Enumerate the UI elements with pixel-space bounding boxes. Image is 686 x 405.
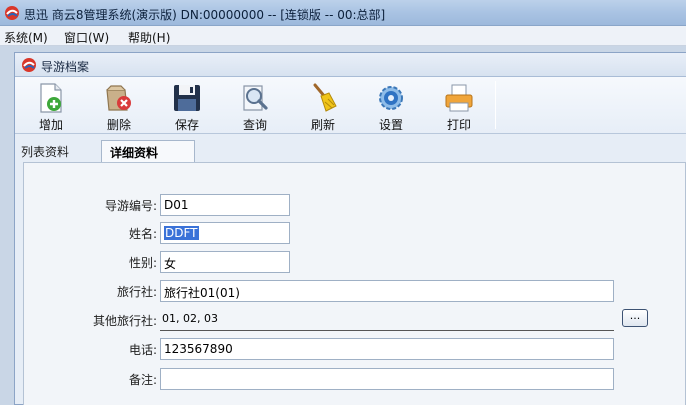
remark-label: 备注:: [128, 373, 157, 387]
menu-help[interactable]: 帮助(H): [128, 29, 170, 46]
agency-row: 旅行社: 旅行社01(01): [24, 280, 686, 302]
printer-icon: [445, 84, 473, 112]
refresh-button[interactable]: 刷新: [297, 80, 349, 132]
gender-row: 性别: 女: [24, 251, 686, 273]
refresh-button-label: 刷新: [310, 118, 335, 132]
settings-button-label: 设置: [378, 118, 403, 132]
name-row: 姓名: DDFT: [24, 222, 686, 244]
name-input[interactable]: DDFT: [160, 222, 290, 244]
name-selected-text: DDFT: [164, 226, 199, 240]
save-icon: [174, 85, 200, 111]
delete-icon: [106, 85, 131, 111]
other-agencies-row: 其他旅行社: 01, 02, 03 ...: [24, 309, 686, 331]
settings-gear-icon: [379, 86, 403, 110]
tab-list-info[interactable]: 列表资料: [21, 140, 101, 162]
add-document-icon: [40, 83, 62, 113]
delete-button[interactable]: 删除: [93, 80, 145, 132]
other-agencies-label: 其他旅行社:: [92, 314, 157, 328]
phone-row: 电话: 123567890: [24, 338, 686, 360]
settings-button[interactable]: 设置: [365, 80, 417, 132]
guide-no-input[interactable]: D01: [160, 194, 290, 216]
remark-input[interactable]: [160, 368, 614, 390]
guide-archive-window: 导游档案 增加 删除 保存 查询 刷新 设置 打印 列表资料 详细资料 导游编号…: [14, 52, 686, 405]
other-agencies-browse-button[interactable]: ...: [622, 309, 648, 327]
search-icon: [243, 85, 268, 111]
toolbar: 增加 删除 保存 查询 刷新 设置 打印: [15, 77, 686, 134]
child-window-titlebar: 导游档案: [15, 53, 686, 77]
menu-window[interactable]: 窗口(W): [64, 29, 109, 46]
menu-bar: 系统(M) 窗口(W) 帮助(H): [0, 26, 686, 46]
guide-no-row: 导游编号: D01: [24, 194, 686, 216]
tab-strip: 列表资料 详细资料: [15, 135, 686, 163]
add-button-label: 增加: [38, 118, 63, 132]
refresh-broom-icon: [313, 83, 337, 112]
query-button-label: 查询: [242, 118, 267, 132]
add-button[interactable]: 增加: [25, 80, 77, 132]
print-button[interactable]: 打印: [433, 80, 485, 132]
save-button-label: 保存: [174, 118, 199, 132]
guide-no-label: 导游编号:: [104, 199, 157, 213]
gender-label: 性别:: [128, 256, 157, 270]
gender-input[interactable]: 女: [160, 251, 290, 273]
window-title: 思迅 商云8管理系统(演示版) DN:00000000 -- [连锁版 -- 0…: [24, 8, 386, 22]
name-label: 姓名:: [128, 227, 157, 241]
remark-row: 备注:: [24, 368, 686, 390]
delete-button-label: 删除: [106, 118, 131, 132]
phone-label: 电话:: [128, 343, 157, 357]
print-button-label: 打印: [446, 118, 471, 132]
agency-input[interactable]: 旅行社01(01): [160, 280, 614, 302]
app-logo-icon: [22, 58, 36, 72]
app-logo-icon: [5, 6, 19, 20]
toolbar-separator: [495, 81, 496, 129]
phone-input[interactable]: 123567890: [160, 338, 614, 360]
save-button[interactable]: 保存: [161, 80, 213, 132]
detail-form: 导游编号: D01 姓名: DDFT 性别: 女 旅行社: 旅行社01(01) …: [23, 162, 686, 405]
other-agencies-field[interactable]: 01, 02, 03: [160, 309, 614, 331]
menu-system[interactable]: 系统(M): [4, 29, 48, 46]
child-window-title: 导游档案: [41, 60, 90, 74]
agency-label: 旅行社:: [116, 285, 157, 299]
tab-detail-info[interactable]: 详细资料: [101, 140, 195, 162]
query-button[interactable]: 查询: [229, 80, 281, 132]
app-titlebar: 思迅 商云8管理系统(演示版) DN:00000000 -- [连锁版 -- 0…: [0, 0, 686, 26]
